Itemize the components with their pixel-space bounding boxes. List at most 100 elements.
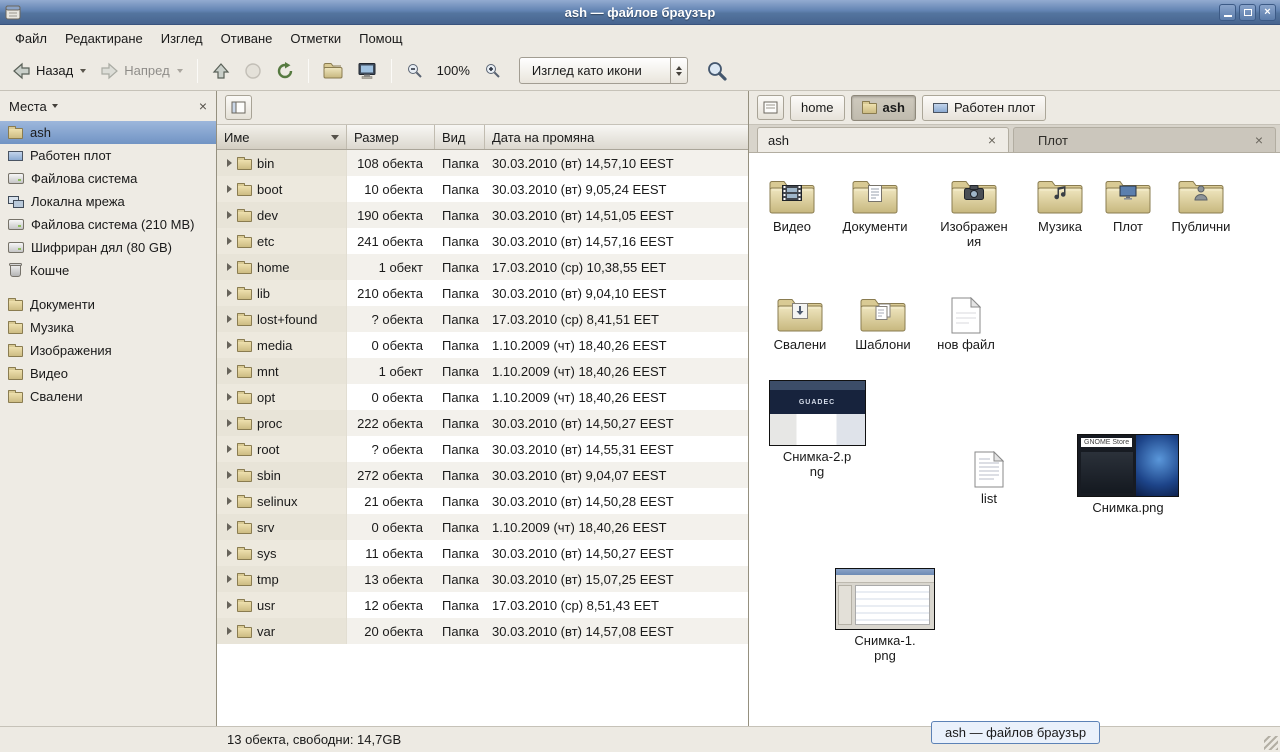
icon-file-list[interactable]: list [959, 448, 1019, 506]
icon-folder-pictures[interactable]: Изображения [938, 170, 1010, 249]
icon-image-snimka-1[interactable]: Снимка-1.png [835, 568, 935, 663]
tab-close-icon[interactable]: × [986, 132, 998, 148]
file-row[interactable]: sbin 272 обекта Папка 30.03.2010 (вт) 9,… [217, 462, 748, 488]
column-header-size[interactable]: Размер [347, 125, 435, 149]
file-row[interactable]: var 20 обекта Папка 30.03.2010 (вт) 14,5… [217, 618, 748, 644]
zoom-in-button[interactable] [478, 58, 507, 83]
tab-ash[interactable]: ash × [757, 127, 1009, 152]
file-row[interactable]: sys 11 обекта Папка 30.03.2010 (вт) 14,5… [217, 540, 748, 566]
pathbar-root-button[interactable] [757, 95, 784, 120]
sidebar-item-desktop[interactable]: Работен плот [0, 144, 216, 167]
file-row[interactable]: etc 241 обекта Папка 30.03.2010 (вт) 14,… [217, 228, 748, 254]
file-row[interactable]: mnt 1 обект Папка 1.10.2009 (чт) 18,40,2… [217, 358, 748, 384]
sidebar-item-filesystem-210mb[interactable]: Файлова система (210 MB) [0, 213, 216, 236]
file-row[interactable]: boot 10 обекта Папка 30.03.2010 (вт) 9,0… [217, 176, 748, 202]
expander-icon[interactable] [227, 601, 232, 609]
reload-button[interactable] [270, 58, 300, 84]
icon-folder-video[interactable]: Видео [752, 170, 832, 234]
expander-icon[interactable] [227, 367, 232, 375]
file-row[interactable]: media 0 обекта Папка 1.10.2009 (чт) 18,4… [217, 332, 748, 358]
maximize-button[interactable] [1239, 4, 1256, 21]
file-row[interactable]: root ? обекта Папка 30.03.2010 (вт) 14,5… [217, 436, 748, 462]
file-row[interactable]: srv 0 обекта Папка 1.10.2009 (чт) 18,40,… [217, 514, 748, 540]
expander-icon[interactable] [227, 341, 232, 349]
sidebar-item-pictures[interactable]: Изображения [0, 339, 216, 362]
up-button[interactable] [206, 58, 236, 84]
computer-button[interactable] [351, 58, 383, 84]
sidebar-item-video[interactable]: Видео [0, 362, 216, 385]
file-row[interactable]: proc 222 обекта Папка 30.03.2010 (вт) 14… [217, 410, 748, 436]
home-button[interactable] [317, 58, 349, 83]
search-button[interactable] [700, 56, 734, 86]
expander-icon[interactable] [227, 575, 232, 583]
menu-item[interactable]: Отметки [281, 27, 350, 50]
sidebar-item-filesystem[interactable]: Файлова система [0, 167, 216, 190]
expander-icon[interactable] [227, 445, 232, 453]
back-dropdown-icon[interactable] [80, 69, 86, 73]
expander-icon[interactable] [227, 315, 232, 323]
resize-grip[interactable] [1264, 736, 1278, 750]
file-row[interactable]: bin 108 обекта Папка 30.03.2010 (вт) 14,… [217, 150, 748, 176]
file-row[interactable]: lost+found ? обекта Папка 17.03.2010 (ср… [217, 306, 748, 332]
icon-folder-templates[interactable]: Шаблони [843, 288, 923, 352]
back-button[interactable]: Назад [6, 58, 92, 84]
close-button[interactable]: × [1259, 4, 1276, 21]
icon-image-snimka[interactable]: GNOME Store Снимка.png [1076, 434, 1180, 515]
icon-file-new[interactable]: нов файл [926, 288, 1006, 352]
file-row[interactable]: tmp 13 обекта Папка 30.03.2010 (вт) 15,0… [217, 566, 748, 592]
column-header-date[interactable]: Дата на промяна [485, 125, 748, 149]
sidebar-item-music[interactable]: Музика [0, 316, 216, 339]
icon-folder-desktop[interactable]: Плот [1088, 170, 1168, 234]
expander-icon[interactable] [227, 159, 232, 167]
location-toggle-button[interactable] [225, 95, 252, 120]
tab-close-icon[interactable]: × [1253, 132, 1265, 148]
minimize-button[interactable] [1219, 4, 1236, 21]
menu-item[interactable]: Помощ [350, 27, 411, 50]
sidebar-item-ash[interactable]: ash [0, 121, 216, 144]
icon-view[interactable]: Видео Документи Изображения [749, 153, 1280, 726]
sidebar-item-downloads[interactable]: Свалени [0, 385, 216, 408]
menu-item[interactable]: Изглед [152, 27, 212, 50]
icon-folder-public[interactable]: Публични [1161, 170, 1241, 234]
expander-icon[interactable] [227, 419, 232, 427]
view-mode-select[interactable]: Изглед като икони [519, 57, 688, 84]
file-row[interactable]: usr 12 обекта Папка 17.03.2010 (ср) 8,51… [217, 592, 748, 618]
expander-icon[interactable] [227, 393, 232, 401]
titlebar[interactable]: ash — файлов браузър × [0, 0, 1280, 25]
view-mode-arrows[interactable] [670, 58, 687, 83]
icon-image-snimka-2[interactable]: GUADEC Снимка-2.png [767, 380, 867, 479]
expander-icon[interactable] [227, 237, 232, 245]
pathbar-button-home[interactable]: home [790, 95, 845, 121]
menu-item[interactable]: Редактиране [56, 27, 152, 50]
sidebar-item-documents[interactable]: Документи [0, 293, 216, 316]
sidebar-item-trash[interactable]: Кошче [0, 259, 216, 282]
window-app-icon[interactable] [5, 5, 21, 20]
file-row[interactable]: selinux 21 обекта Папка 30.03.2010 (вт) … [217, 488, 748, 514]
tab-desktop[interactable]: Плот × [1013, 127, 1276, 152]
pathbar-button-ash[interactable]: ash [851, 95, 916, 121]
expander-icon[interactable] [227, 263, 232, 271]
expander-icon[interactable] [227, 497, 232, 505]
file-row[interactable]: dev 190 обекта Папка 30.03.2010 (вт) 14,… [217, 202, 748, 228]
file-row[interactable]: opt 0 обекта Папка 1.10.2009 (чт) 18,40,… [217, 384, 748, 410]
column-header-name[interactable]: Име [217, 125, 347, 149]
sidebar-item-encrypted-volume[interactable]: Шифриран дял (80 GB) [0, 236, 216, 259]
forward-button[interactable]: Напред [94, 58, 188, 84]
menu-item[interactable]: Отиване [212, 27, 282, 50]
expander-icon[interactable] [227, 523, 232, 531]
file-row[interactable]: home 1 обект Папка 17.03.2010 (ср) 10,38… [217, 254, 748, 280]
sidebar-close-button[interactable]: × [199, 98, 207, 114]
expander-icon[interactable] [227, 289, 232, 297]
expander-icon[interactable] [227, 471, 232, 479]
sidebar-dropdown-icon[interactable] [52, 104, 58, 108]
file-row[interactable]: lib 210 обекта Папка 30.03.2010 (вт) 9,0… [217, 280, 748, 306]
icon-folder-documents[interactable]: Документи [835, 170, 915, 234]
expander-icon[interactable] [227, 627, 232, 635]
icon-folder-downloads[interactable]: Свалени [760, 288, 840, 352]
expander-icon[interactable] [227, 185, 232, 193]
pathbar-button-desktop[interactable]: Работен плот [922, 95, 1046, 121]
menu-item[interactable]: Файл [6, 27, 56, 50]
zoom-out-button[interactable] [400, 58, 429, 83]
sidebar-title[interactable]: Места [9, 99, 47, 114]
expander-icon[interactable] [227, 211, 232, 219]
